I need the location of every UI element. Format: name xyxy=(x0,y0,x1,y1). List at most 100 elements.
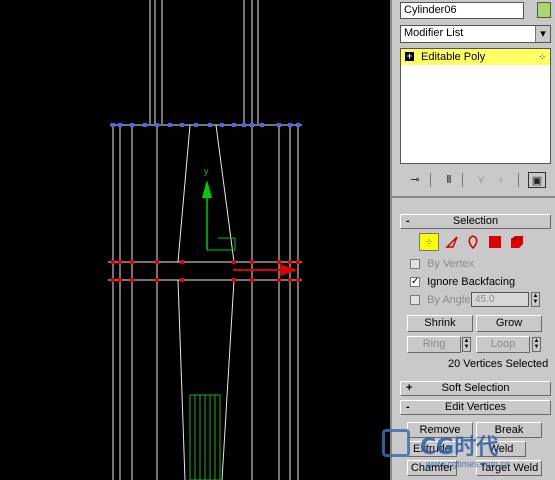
selected-vertex[interactable] xyxy=(130,278,134,282)
loop-spinner[interactable]: ▲ ▼ xyxy=(532,337,541,352)
selected-vertex[interactable] xyxy=(155,260,159,264)
by-angle-row[interactable]: By Angle: xyxy=(410,294,474,306)
modifier-list-label: Modifier List xyxy=(404,27,464,39)
top-vertex[interactable] xyxy=(242,123,246,127)
selection-title: Selection xyxy=(452,215,499,227)
angle-spinner[interactable]: ▲ ▼ xyxy=(531,292,540,307)
selected-vertex[interactable] xyxy=(180,278,184,282)
remove-modifier-icon[interactable]: ♁ xyxy=(492,172,510,188)
stack-item-editable-poly[interactable]: + Editable Poly ⁘ xyxy=(401,49,550,65)
element-icon[interactable] xyxy=(509,234,525,250)
show-end-result-icon[interactable]: Ⅱ xyxy=(440,172,458,188)
loop-button[interactable]: Loop xyxy=(476,336,530,353)
edit-vertices-rollout-header[interactable]: - Edit Vertices xyxy=(400,400,551,415)
selected-vertex[interactable] xyxy=(250,260,254,264)
top-vertex[interactable] xyxy=(155,123,159,127)
selected-vertex[interactable] xyxy=(130,260,134,264)
upper-section-lines xyxy=(149,0,259,124)
by-vertex-checkbox[interactable] xyxy=(410,259,420,270)
by-vertex-row[interactable]: By Vertex xyxy=(410,258,474,270)
selected-vertex[interactable] xyxy=(277,260,281,264)
selected-vertex[interactable] xyxy=(232,260,236,264)
selected-vertex[interactable] xyxy=(118,278,122,282)
ignore-backfacing-checkbox[interactable]: ✓ xyxy=(410,277,420,288)
selected-vertex[interactable] xyxy=(232,278,236,282)
shrink-button[interactable]: Shrink xyxy=(407,315,473,332)
toolbar-divider xyxy=(430,173,431,187)
weld-button[interactable]: Weld xyxy=(476,441,526,457)
wireframe-mesh[interactable]: y xyxy=(0,0,390,480)
by-angle-checkbox[interactable] xyxy=(410,295,420,306)
selected-vertex[interactable] xyxy=(288,278,292,282)
modifier-stack[interactable]: + Editable Poly ⁘ xyxy=(400,48,551,164)
remove-button[interactable]: Remove xyxy=(407,422,473,438)
collapse-minus-icon[interactable]: - xyxy=(406,401,410,414)
green-inner-mesh xyxy=(189,394,221,480)
extrude-button[interactable]: Extrude xyxy=(407,441,457,457)
vertex-icon[interactable]: ⁘ xyxy=(419,233,439,251)
top-vertex[interactable] xyxy=(111,123,115,127)
viewport[interactable]: y xyxy=(0,0,390,480)
top-vertex[interactable] xyxy=(250,123,254,127)
by-vertex-label: By Vertex xyxy=(427,258,475,270)
soft-selection-title: Soft Selection xyxy=(441,382,510,394)
selection-rollout-header[interactable]: - Selection xyxy=(400,214,551,229)
collapse-minus-icon[interactable]: - xyxy=(406,215,410,228)
top-vertex[interactable] xyxy=(208,123,212,127)
ring-button[interactable]: Ring xyxy=(407,336,461,353)
target-weld-button[interactable]: Target Weld xyxy=(476,460,542,476)
top-vertex[interactable] xyxy=(130,123,134,127)
panel-divider xyxy=(392,196,555,198)
selected-vertex[interactable] xyxy=(111,278,115,282)
object-color-swatch[interactable] xyxy=(537,2,551,18)
selected-vertex[interactable] xyxy=(155,278,159,282)
chevron-down-icon[interactable]: ▾ xyxy=(535,26,550,42)
selected-vertex[interactable] xyxy=(296,260,300,264)
ring-spinner[interactable]: ▲ ▼ xyxy=(462,337,471,352)
configure-sets-icon[interactable]: ▣ xyxy=(528,172,546,188)
transform-gizmo[interactable]: y xyxy=(202,166,298,276)
selected-vertex[interactable] xyxy=(180,260,184,264)
top-vertex[interactable] xyxy=(260,123,264,127)
top-vertex[interactable] xyxy=(232,123,236,127)
top-vertex[interactable] xyxy=(168,123,172,127)
angle-value-field[interactable]: 45.0 xyxy=(471,292,529,307)
axis-y-label: y xyxy=(204,166,209,176)
selected-vertex[interactable] xyxy=(118,260,122,264)
selection-status: 20 Vertices Selected xyxy=(448,358,549,370)
vertex-dots-icon: ⁘ xyxy=(538,52,546,62)
selected-vertex[interactable] xyxy=(296,278,300,282)
break-button[interactable]: Break xyxy=(476,422,542,438)
selected-vertex[interactable] xyxy=(277,278,281,282)
expand-plus-icon[interactable]: + xyxy=(405,52,414,61)
top-vertex[interactable] xyxy=(118,123,122,127)
gizmo-y-arrow-icon[interactable] xyxy=(202,180,212,198)
top-vertex[interactable] xyxy=(194,123,198,127)
soft-selection-rollout-header[interactable]: + Soft Selection xyxy=(400,381,551,396)
selected-vertex[interactable] xyxy=(250,278,254,282)
top-vertex[interactable] xyxy=(277,123,281,127)
toolbar-divider xyxy=(518,173,519,187)
selected-vertex[interactable] xyxy=(111,260,115,264)
object-name-field[interactable]: Cylinder06 xyxy=(400,2,524,19)
ignore-backfacing-row[interactable]: ✓ Ignore Backfacing xyxy=(410,276,515,288)
chamfer-button[interactable]: Chamfer xyxy=(407,460,457,476)
make-unique-icon[interactable]: ⋎ xyxy=(472,172,490,188)
selected-vertex[interactable] xyxy=(288,260,292,264)
edge-icon[interactable] xyxy=(444,234,460,250)
modifier-list-dropdown[interactable]: Modifier List ▾ xyxy=(400,25,551,43)
pin-stack-icon[interactable]: ⊸ xyxy=(406,172,424,188)
by-angle-label: By Angle: xyxy=(427,294,474,306)
top-vertex[interactable] xyxy=(180,123,184,127)
grow-button[interactable]: Grow xyxy=(476,315,542,332)
gizmo-x-arrow-icon[interactable] xyxy=(280,264,298,276)
polygon-icon[interactable] xyxy=(489,236,501,248)
top-vertex[interactable] xyxy=(296,123,300,127)
top-vertex[interactable] xyxy=(288,123,292,127)
top-vertex[interactable] xyxy=(143,123,147,127)
border-icon[interactable] xyxy=(465,234,481,250)
expand-plus-icon[interactable]: + xyxy=(406,382,412,395)
command-panel: Cylinder06 Modifier List ▾ + Editable Po… xyxy=(390,0,555,480)
top-vertex[interactable] xyxy=(220,123,224,127)
stack-item-label: Editable Poly xyxy=(421,51,486,63)
